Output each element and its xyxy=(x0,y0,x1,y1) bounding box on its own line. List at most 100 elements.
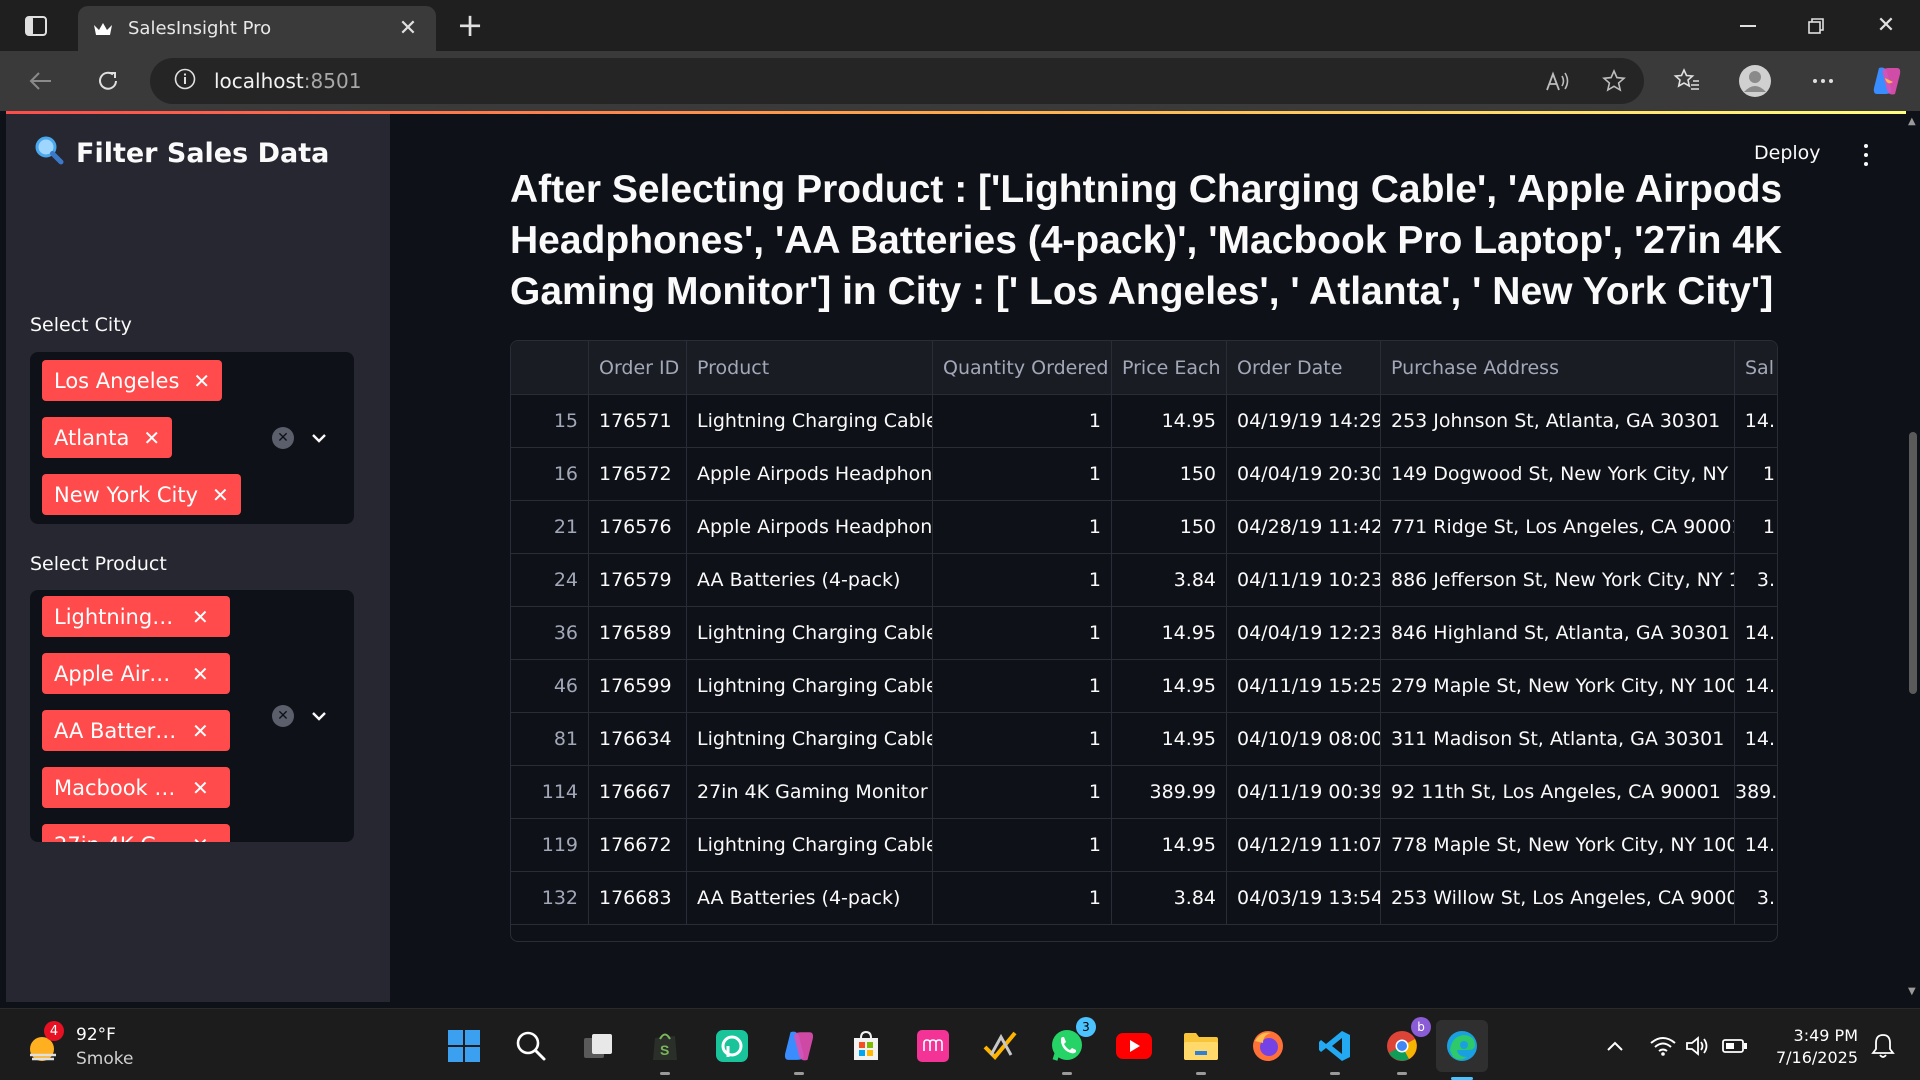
browser-tab-active[interactable]: SalesInsight Pro ✕ xyxy=(78,6,436,51)
city-pill[interactable]: New York City ✕ xyxy=(42,474,241,515)
cell-order-date[interactable]: 04/04/19 12:23 xyxy=(1227,607,1381,659)
product-pill[interactable]: Apple Airp... ✕ xyxy=(42,653,230,694)
microsoft-store-icon[interactable] xyxy=(845,1025,887,1067)
cell-quantity[interactable]: 1 xyxy=(933,501,1112,553)
cell-order-date[interactable]: 04/11/19 10:23 xyxy=(1227,554,1381,606)
cell-order-date[interactable]: 04/10/19 08:00 xyxy=(1227,713,1381,765)
city-pill[interactable]: Atlanta ✕ xyxy=(42,417,173,458)
clear-all-icon[interactable]: ✕ xyxy=(272,705,294,727)
cell-quantity[interactable]: 1 xyxy=(933,607,1112,659)
shopify-icon[interactable]: S xyxy=(644,1025,686,1075)
cell-purchase-address[interactable]: 886 Jefferson St, New York City, NY 1000… xyxy=(1381,554,1735,606)
profile-icon[interactable] xyxy=(1736,63,1774,99)
cell-quantity[interactable]: 1 xyxy=(933,713,1112,765)
cell-order-id[interactable]: 176571 xyxy=(589,395,687,447)
edge-icon[interactable] xyxy=(1436,1020,1488,1080)
scroll-up-icon[interactable]: ▲ xyxy=(1908,116,1916,127)
city-pill[interactable]: Los Angeles ✕ xyxy=(42,360,223,401)
sidebar-toggle-icon[interactable] xyxy=(18,12,54,40)
cell-index[interactable]: 15 xyxy=(511,395,589,447)
header-order-id[interactable]: Order ID xyxy=(589,341,687,395)
table-row[interactable]: 36 176589 Lightning Charging Cable 1 14.95 04… xyxy=(511,607,1777,660)
table-row[interactable]: 15 176571 Lightning Charging Cable 1 14.95 04… xyxy=(511,395,1777,448)
window-close-icon[interactable]: ✕ xyxy=(1852,0,1920,51)
cell-sales[interactable]: 14. xyxy=(1735,607,1777,659)
cell-product[interactable]: Apple Airpods Headphones xyxy=(687,501,933,553)
clear-all-icon[interactable]: ✕ xyxy=(272,427,294,449)
table-row[interactable]: 46 176599 Lightning Charging Cable 1 14.95 04… xyxy=(511,660,1777,713)
cell-order-id[interactable]: 176634 xyxy=(589,713,687,765)
cell-product[interactable]: Lightning Charging Cable xyxy=(687,660,933,712)
cell-purchase-address[interactable]: 279 Maple St, New York City, NY 10001 xyxy=(1381,660,1735,712)
cell-sales[interactable]: 389. xyxy=(1735,766,1777,818)
file-explorer-icon[interactable] xyxy=(1180,1025,1222,1075)
cell-order-date[interactable]: 04/19/19 14:29 xyxy=(1227,395,1381,447)
cell-sales[interactable]: 14. xyxy=(1735,395,1777,447)
vscode-icon[interactable] xyxy=(1314,1025,1356,1075)
cell-order-date[interactable]: 04/04/19 20:30 xyxy=(1227,448,1381,500)
cell-order-id[interactable]: 176579 xyxy=(589,554,687,606)
cell-order-date[interactable]: 04/28/19 11:42 xyxy=(1227,501,1381,553)
header-order-date[interactable]: Order Date xyxy=(1227,341,1381,395)
chrome-icon[interactable]: b xyxy=(1381,1017,1431,1075)
cell-purchase-address[interactable]: 771 Ridge St, Los Angeles, CA 90001 xyxy=(1381,501,1735,553)
back-arrow-icon[interactable] xyxy=(20,61,62,101)
product-pill[interactable]: Lightning ... ✕ xyxy=(42,596,230,637)
cell-quantity[interactable]: 1 xyxy=(933,766,1112,818)
cell-quantity[interactable]: 1 xyxy=(933,660,1112,712)
cell-order-id[interactable]: 176667 xyxy=(589,766,687,818)
cell-purchase-address[interactable]: 253 Willow St, Los Angeles, CA 90001 xyxy=(1381,872,1735,924)
youtube-icon[interactable] xyxy=(1113,1025,1155,1067)
cell-index[interactable]: 36 xyxy=(511,607,589,659)
app-icon-check[interactable] xyxy=(979,1025,1021,1067)
cell-product[interactable]: AA Batteries (4-pack) xyxy=(687,554,933,606)
cell-product[interactable]: 27in 4K Gaming Monitor xyxy=(687,766,933,818)
table-row[interactable]: 24 176579 AA Batteries (4-pack) 1 3.84 04/11/… xyxy=(511,554,1777,607)
meesho-icon[interactable] xyxy=(912,1025,954,1067)
table-row[interactable]: 21 176576 Apple Airpods Headphones 1 150 04/2… xyxy=(511,501,1777,554)
cell-sales[interactable]: 3. xyxy=(1735,872,1777,924)
wifi-icon[interactable] xyxy=(1648,1031,1678,1061)
cell-index[interactable]: 119 xyxy=(511,819,589,871)
table-row[interactable]: 132 176683 AA Batteries (4-pack) 1 3.84 04/03… xyxy=(511,872,1777,925)
close-icon[interactable]: ✕ xyxy=(193,369,210,393)
firefox-icon[interactable] xyxy=(1247,1025,1289,1067)
close-icon[interactable]: ✕ xyxy=(192,776,209,800)
favorites-icon[interactable] xyxy=(1668,63,1706,99)
cell-index[interactable]: 81 xyxy=(511,713,589,765)
product-pill[interactable]: Macbook P... ✕ xyxy=(42,767,230,808)
star-icon[interactable] xyxy=(1598,66,1630,96)
cell-quantity[interactable]: 1 xyxy=(933,554,1112,606)
system-clock[interactable]: 3:49 PM 7/16/2025 xyxy=(1770,1025,1858,1069)
cell-price[interactable]: 3.84 xyxy=(1112,554,1227,606)
cell-order-id[interactable]: 176576 xyxy=(589,501,687,553)
product-pill[interactable]: AA Batterie... ✕ xyxy=(42,710,230,751)
table-row[interactable]: 119 176672 Lightning Charging Cable 1 14.95 0… xyxy=(511,819,1777,872)
deploy-button[interactable]: Deploy xyxy=(1754,142,1821,164)
cell-order-date[interactable]: 04/11/19 00:39 xyxy=(1227,766,1381,818)
chevron-up-icon[interactable] xyxy=(1600,1031,1630,1061)
close-icon[interactable]: ✕ xyxy=(394,16,422,41)
cell-quantity[interactable]: 1 xyxy=(933,448,1112,500)
close-icon[interactable]: ✕ xyxy=(143,426,160,450)
cell-purchase-address[interactable]: 149 Dogwood St, New York City, NY 10001 xyxy=(1381,448,1735,500)
task-view-icon[interactable] xyxy=(577,1025,619,1067)
close-icon[interactable]: ✕ xyxy=(192,719,209,743)
cell-order-id[interactable]: 176599 xyxy=(589,660,687,712)
weather-widget[interactable]: 4 92°F Smoke xyxy=(26,1021,133,1071)
pycharm-edu-icon[interactable] xyxy=(711,1025,753,1067)
product-pill[interactable]: 27in 4K G... ✕ xyxy=(42,824,230,842)
header-sales[interactable]: Sal xyxy=(1735,341,1777,395)
battery-icon[interactable] xyxy=(1720,1031,1750,1061)
chevron-down-icon[interactable] xyxy=(308,705,330,727)
header-price[interactable]: Price Each xyxy=(1112,341,1227,395)
address-bar[interactable]: localhost :8501 xyxy=(150,58,1644,104)
whatsapp-icon[interactable]: 3 xyxy=(1046,1017,1096,1075)
more-icon[interactable] xyxy=(1804,63,1842,99)
cell-price[interactable]: 14.95 xyxy=(1112,607,1227,659)
cell-order-date[interactable]: 04/03/19 13:54 xyxy=(1227,872,1381,924)
copilot-icon[interactable] xyxy=(1868,63,1906,99)
close-icon[interactable]: ✕ xyxy=(192,833,209,843)
cell-sales[interactable]: 14. xyxy=(1735,819,1777,871)
cell-index[interactable]: 21 xyxy=(511,501,589,553)
